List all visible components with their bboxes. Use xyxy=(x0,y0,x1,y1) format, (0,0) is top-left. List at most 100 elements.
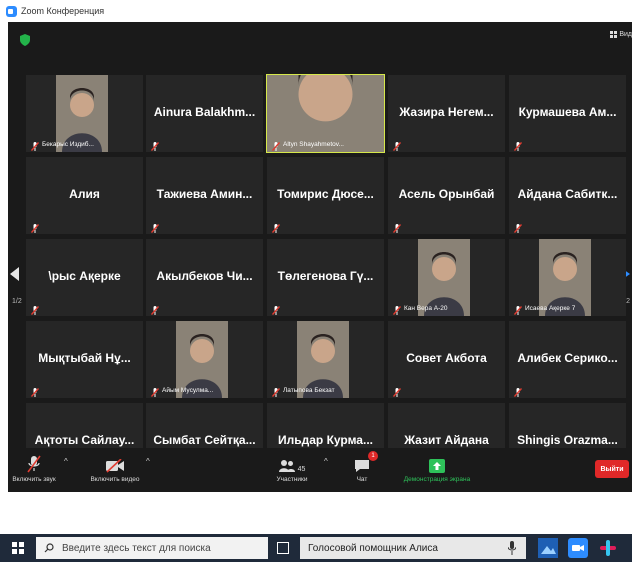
view-label: Вид xyxy=(619,31,632,38)
participants-label: Участники xyxy=(276,476,308,483)
participant-tile[interactable]: Жазира Негем... xyxy=(388,75,505,152)
window-titlebar: Zoom Конференция xyxy=(0,0,632,22)
muted-mic-icon xyxy=(150,302,160,315)
participant-tile[interactable]: Томирис Дюсе... xyxy=(267,157,384,234)
participant-name: Асель Орынбай xyxy=(398,187,495,201)
participant-tile[interactable]: Бекарыс Издиб... xyxy=(26,75,143,152)
chat-icon xyxy=(355,460,369,472)
participant-tile[interactable]: \рыс Ақерке xyxy=(26,239,143,316)
participant-name: Алия xyxy=(69,187,100,201)
chat-button[interactable]: 1 Чат xyxy=(344,451,380,483)
muted-microphone-icon xyxy=(27,455,41,473)
participant-tile[interactable]: Курмашева Ам... xyxy=(509,75,626,152)
participant-name: Мықтыбай Нұ... xyxy=(38,351,131,365)
start-video-button[interactable]: Включить видео xyxy=(82,453,148,483)
muted-mic-icon xyxy=(271,302,281,315)
participant-name: Ақтоты Сайлау... xyxy=(34,433,135,447)
muted-mic-icon xyxy=(30,384,40,397)
participant-label: Altyn Shayahmetov... xyxy=(283,141,344,148)
muted-mic-icon xyxy=(513,220,523,233)
participant-label: Исаева Ақерке 7 xyxy=(525,305,576,312)
participant-tile[interactable]: Исаева Ақерке 7 xyxy=(509,239,626,316)
start-video-label: Включить видео xyxy=(90,476,140,483)
muted-mic-icon xyxy=(30,220,40,233)
chat-label: Чат xyxy=(356,476,368,483)
zoom-app-icon[interactable] xyxy=(568,538,588,558)
camera-off-icon xyxy=(106,459,124,473)
muted-mic-icon xyxy=(30,302,40,315)
participant-tile[interactable]: Төлегенова Гү... xyxy=(267,239,384,316)
participant-tile[interactable]: Алибек Серико... xyxy=(509,321,626,398)
muted-mic-icon xyxy=(271,384,281,397)
search-icon xyxy=(44,543,54,553)
security-shield-icon[interactable] xyxy=(20,34,30,46)
participant-tile[interactable]: Тажиева Амин... xyxy=(146,157,263,234)
muted-mic-icon xyxy=(392,384,402,397)
participant-label: Айым Мусулма... xyxy=(162,387,214,394)
zoom-icon xyxy=(6,5,17,17)
participant-tile[interactable]: Айдана Сабитк... xyxy=(509,157,626,234)
window-title: Zoom Конференция xyxy=(21,6,105,16)
grid-view-icon xyxy=(610,31,618,38)
participant-tile[interactable]: Алия xyxy=(26,157,143,234)
muted-mic-icon xyxy=(392,138,402,151)
muted-mic-icon xyxy=(150,138,160,151)
chat-unread-badge: 1 xyxy=(368,451,378,461)
participant-name: Алибек Серико... xyxy=(517,351,618,365)
participant-name: Тажиева Амин... xyxy=(156,187,253,201)
muted-mic-icon xyxy=(271,220,281,233)
muted-mic-icon xyxy=(150,220,160,233)
microphone-icon[interactable] xyxy=(508,541,516,555)
view-button[interactable]: Вид xyxy=(610,31,632,38)
slack-app-icon[interactable] xyxy=(598,538,618,558)
prev-page-arrow-icon[interactable] xyxy=(10,267,20,281)
share-screen-button[interactable]: Демонстрация экрана xyxy=(392,453,482,483)
muted-mic-icon xyxy=(392,220,402,233)
meeting-toolbar: Включить звук ^ Включить видео ^ 45 Учас… xyxy=(8,448,632,492)
muted-mic-icon xyxy=(392,302,402,315)
participant-name: Shingis Orazma... xyxy=(517,433,618,447)
participant-label: Латыпова Бекзат xyxy=(283,387,335,394)
participants-options-caret-icon[interactable]: ^ xyxy=(324,457,328,466)
participant-tile[interactable]: Мықтыбай Нұ... xyxy=(26,321,143,398)
participant-name: Жазит Айдана xyxy=(404,433,489,447)
muted-mic-icon xyxy=(513,138,523,151)
voice-assistant-label: Голосовой помощник Алиса xyxy=(308,542,438,554)
participant-tile[interactable]: Акылбеков Чи... xyxy=(146,239,263,316)
taskbar-search-placeholder: Введите здесь текст для поиска xyxy=(62,542,211,554)
muted-mic-icon xyxy=(30,138,40,151)
task-view-icon[interactable] xyxy=(277,542,289,554)
video-options-caret-icon[interactable]: ^ xyxy=(146,457,150,466)
leave-meeting-button[interactable]: Выйти xyxy=(595,460,629,478)
participant-tile[interactable]: Ainura Balakhm... xyxy=(146,75,263,152)
participant-tile[interactable]: Кан Вера А-20 xyxy=(388,239,505,316)
participant-tile[interactable]: Совет Акбота xyxy=(388,321,505,398)
muted-mic-icon xyxy=(271,138,281,151)
participants-button[interactable]: 45 Участники xyxy=(270,453,314,483)
participant-name: Курмашева Ам... xyxy=(518,105,617,119)
participant-name: Томирис Дюсе... xyxy=(277,187,374,201)
participant-tile[interactable]: Асель Орынбай xyxy=(388,157,505,234)
participant-name: Төлегенова Гү... xyxy=(277,269,374,283)
zoom-meeting-window: Вид 1/2 1/2 Бекарыс Издиб...Ainura Balak… xyxy=(8,22,632,492)
voice-assistant-box[interactable]: Голосовой помощник Алиса xyxy=(300,537,526,559)
participant-label: Кан Вера А-20 xyxy=(404,305,448,312)
taskbar-search-box[interactable]: Введите здесь текст для поиска xyxy=(36,537,268,559)
windows-taskbar: Введите здесь текст для поиска Голосовой… xyxy=(0,534,632,562)
participant-name: Ильдар Курма... xyxy=(278,433,373,447)
participant-label: Бекарыс Издиб... xyxy=(42,141,94,148)
participant-grid: Бекарыс Издиб... Ainura Balakhm... Altyn S… xyxy=(26,74,626,487)
participant-tile[interactable]: Латыпова Бекзат xyxy=(267,321,384,398)
participant-tile[interactable]: Altyn Shayahmetov... xyxy=(266,74,385,153)
participant-name: Совет Акбота xyxy=(406,351,487,365)
windows-start-icon[interactable] xyxy=(12,542,24,554)
unmute-label: Включить звук xyxy=(12,476,56,483)
participant-name: Акылбеков Чи... xyxy=(156,269,253,283)
page-indicator-left: 1/2 xyxy=(12,298,22,305)
audio-options-caret-icon[interactable]: ^ xyxy=(64,457,68,466)
participant-tile[interactable]: Айым Мусулма... xyxy=(146,321,263,398)
participant-name: Айдана Сабитк... xyxy=(517,187,618,201)
unmute-button[interactable]: Включить звук xyxy=(12,453,56,483)
participants-count: 45 xyxy=(297,466,306,473)
photos-app-icon[interactable] xyxy=(538,538,558,558)
